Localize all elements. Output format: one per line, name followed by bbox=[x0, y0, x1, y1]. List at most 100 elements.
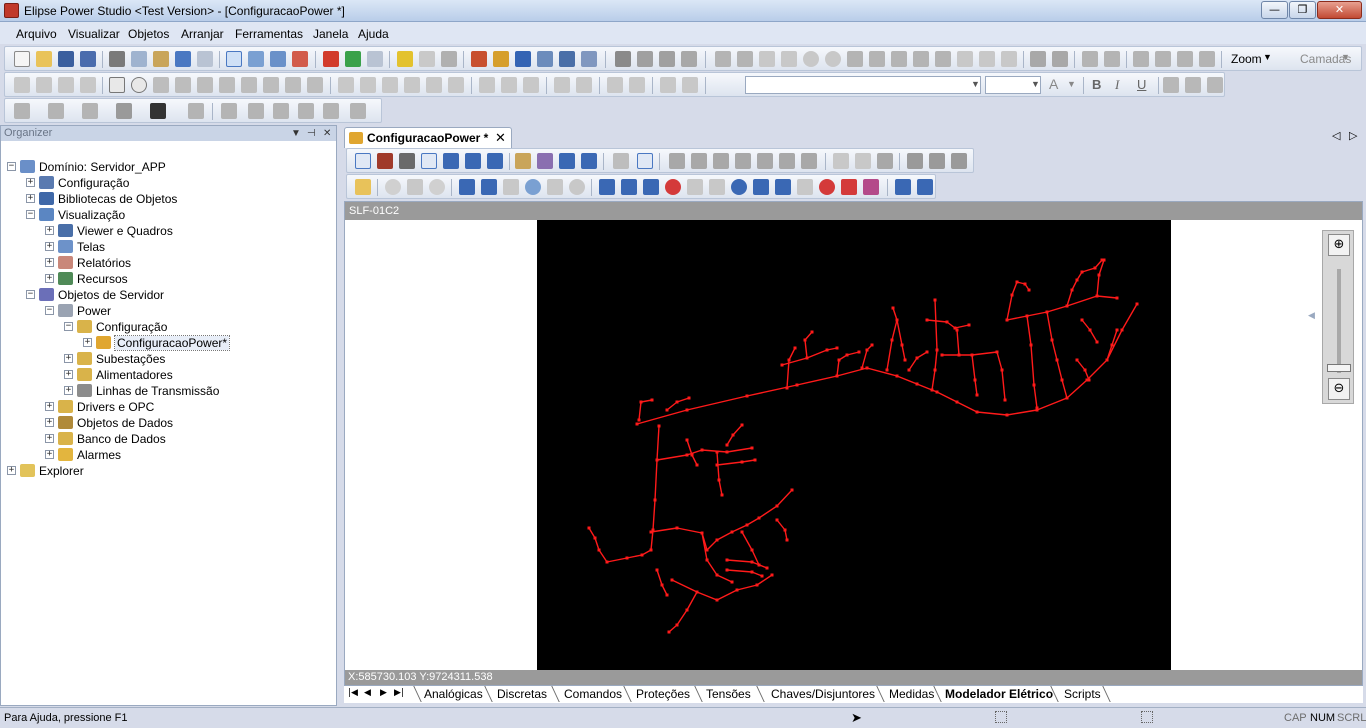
sheet-tab-analogicas[interactable]: Analógicas bbox=[424, 687, 483, 701]
network-node[interactable] bbox=[685, 408, 689, 412]
snap-tool-icon[interactable] bbox=[515, 153, 531, 169]
network-node[interactable] bbox=[745, 394, 749, 398]
network-node[interactable] bbox=[1015, 280, 1019, 284]
network-node[interactable] bbox=[890, 338, 894, 342]
network-node[interactable] bbox=[1083, 368, 1087, 372]
network-node[interactable] bbox=[757, 563, 761, 567]
network-node[interactable] bbox=[1135, 302, 1139, 306]
network-node[interactable] bbox=[895, 374, 899, 378]
network-node[interactable] bbox=[725, 568, 729, 572]
last-sheet-icon[interactable]: ▶| bbox=[394, 688, 404, 698]
network-node[interactable] bbox=[780, 363, 784, 367]
align-left-obj-icon[interactable] bbox=[338, 77, 354, 93]
network-node[interactable] bbox=[865, 348, 869, 352]
network-node[interactable] bbox=[715, 463, 719, 467]
network-node[interactable] bbox=[1080, 318, 1084, 322]
network-node[interactable] bbox=[637, 418, 641, 422]
network-node[interactable] bbox=[745, 523, 749, 527]
network-node[interactable] bbox=[1050, 338, 1054, 342]
e-align-6-icon[interactable] bbox=[779, 153, 795, 169]
test-icon[interactable] bbox=[441, 51, 457, 67]
network-node[interactable] bbox=[715, 573, 719, 577]
tree-expander-icon[interactable]: + bbox=[45, 434, 54, 443]
version-icon[interactable] bbox=[559, 51, 575, 67]
ungroup-icon[interactable] bbox=[1052, 51, 1068, 67]
tower-2-icon[interactable] bbox=[929, 153, 945, 169]
run-icon[interactable] bbox=[345, 51, 361, 67]
tree-expander-icon[interactable]: + bbox=[45, 418, 54, 427]
capacitor-icon[interactable] bbox=[775, 179, 791, 195]
zoom-tool-icon[interactable] bbox=[443, 153, 459, 169]
network-node[interactable] bbox=[667, 630, 671, 634]
3d-2-icon[interactable] bbox=[273, 103, 289, 119]
rotate-icon[interactable] bbox=[637, 51, 653, 67]
network-node[interactable] bbox=[787, 358, 791, 362]
fill-color-icon[interactable] bbox=[14, 103, 30, 119]
sectionalizer-icon[interactable] bbox=[863, 179, 879, 195]
window-tool-icon[interactable] bbox=[559, 153, 575, 169]
same-size-icon[interactable] bbox=[523, 77, 539, 93]
tab-scroll-left-icon[interactable]: ◁ bbox=[1332, 129, 1340, 142]
distribute-v-icon[interactable] bbox=[629, 77, 645, 93]
tab-close-icon[interactable]: ✕ bbox=[495, 130, 506, 146]
distribute-h-icon[interactable] bbox=[607, 77, 623, 93]
window-list-icon[interactable] bbox=[270, 51, 286, 67]
network-node[interactable] bbox=[593, 536, 597, 540]
tree-expander-icon[interactable]: + bbox=[45, 226, 54, 235]
network-node[interactable] bbox=[755, 583, 759, 587]
zoom-slider-thumb[interactable] bbox=[1327, 364, 1351, 372]
radio-tool-icon[interactable] bbox=[131, 77, 147, 93]
network-node[interactable] bbox=[995, 350, 999, 354]
paste-icon[interactable] bbox=[153, 51, 169, 67]
space-v-icon[interactable] bbox=[576, 77, 592, 93]
network-node[interactable] bbox=[675, 400, 679, 404]
space-h-icon[interactable] bbox=[554, 77, 570, 93]
tree-expander-icon[interactable]: + bbox=[45, 450, 54, 459]
transparency-icon[interactable] bbox=[350, 103, 366, 119]
pin-icon[interactable]: ⊣ bbox=[307, 127, 316, 141]
sheet-tab-comandos[interactable]: Comandos bbox=[564, 687, 622, 701]
network-node[interactable] bbox=[935, 390, 939, 394]
network-node[interactable] bbox=[1115, 296, 1119, 300]
network-node[interactable] bbox=[810, 330, 814, 334]
tower-1-icon[interactable] bbox=[907, 153, 923, 169]
e-move-1-icon[interactable] bbox=[833, 153, 849, 169]
network-node[interactable] bbox=[685, 438, 689, 442]
network-node[interactable] bbox=[1120, 328, 1124, 332]
menu-janela[interactable]: Janela bbox=[313, 27, 348, 41]
network-node[interactable] bbox=[1080, 270, 1084, 274]
generator-icon[interactable] bbox=[731, 179, 747, 195]
network-node[interactable] bbox=[1095, 294, 1099, 298]
network-node[interactable] bbox=[933, 368, 937, 372]
network-node[interactable] bbox=[657, 424, 661, 428]
network-node[interactable] bbox=[1075, 358, 1079, 362]
network-node[interactable] bbox=[1035, 406, 1039, 410]
network-node[interactable] bbox=[837, 358, 841, 362]
network-node[interactable] bbox=[885, 368, 889, 372]
network-node[interactable] bbox=[845, 353, 849, 357]
arc-icon[interactable] bbox=[825, 51, 841, 67]
network-node[interactable] bbox=[1000, 368, 1004, 372]
network-node[interactable] bbox=[935, 348, 939, 352]
network-node[interactable] bbox=[1045, 310, 1049, 314]
network-node[interactable] bbox=[1075, 278, 1079, 282]
network-node[interactable] bbox=[825, 348, 829, 352]
tower-3-icon[interactable] bbox=[951, 153, 967, 169]
network-node[interactable] bbox=[1100, 258, 1104, 262]
prev-sheet-icon[interactable]: ◀ bbox=[364, 688, 371, 698]
font-color-icon[interactable]: A bbox=[1049, 76, 1058, 92]
network-node[interactable] bbox=[687, 396, 691, 400]
network-node[interactable] bbox=[665, 408, 669, 412]
network-node[interactable] bbox=[635, 422, 639, 426]
fuse-icon[interactable] bbox=[643, 179, 659, 195]
gauge-icon[interactable] bbox=[80, 77, 96, 93]
sheet-tab-modelador-eletrico[interactable]: Modelador Elétrico bbox=[945, 687, 1053, 701]
network-node[interactable] bbox=[770, 573, 774, 577]
order-1-icon[interactable] bbox=[1133, 51, 1149, 67]
network-node[interactable] bbox=[975, 393, 979, 397]
network-node[interactable] bbox=[1097, 273, 1101, 277]
network-node[interactable] bbox=[805, 356, 809, 360]
send-back-icon[interactable] bbox=[1104, 51, 1120, 67]
label-tool-icon[interactable] bbox=[197, 77, 213, 93]
network-node[interactable] bbox=[1005, 318, 1009, 322]
